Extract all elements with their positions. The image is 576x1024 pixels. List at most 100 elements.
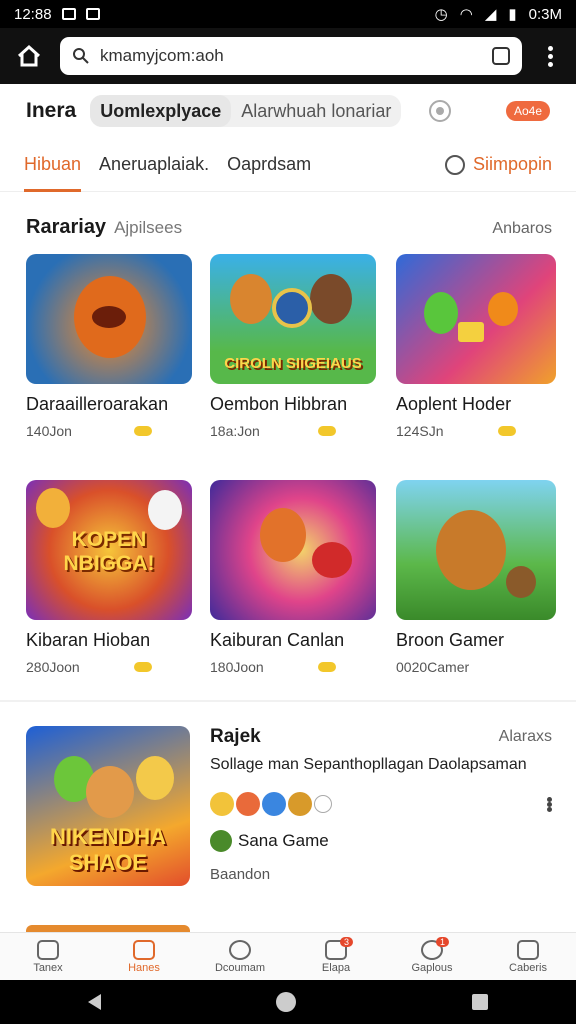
see-all-link[interactable]: Anbaros (492, 220, 552, 238)
avatar (262, 792, 286, 816)
game-card[interactable]: Kaiburan Canlan 180Joon (210, 480, 376, 675)
game-card[interactable]: Daraailleroarakan 140Jon (26, 254, 192, 439)
coin-icon (134, 426, 152, 436)
user-icon (229, 939, 251, 960)
featured-description: Sollage man Sepanthopllagan Daolapsaman (210, 756, 527, 773)
game-meta: 0020Camer (396, 659, 470, 675)
coin-icon (318, 662, 336, 672)
avatar (210, 792, 234, 816)
search-icon (73, 48, 89, 64)
game-title: Oembon Hibbran (210, 394, 348, 414)
studio-row: Sana Game (210, 830, 552, 852)
nav-profile[interactable]: Caberis (480, 933, 576, 980)
game-thumbnail (396, 254, 556, 384)
featured-art-title: NIKENDHA SHAOE (49, 824, 167, 875)
featured-thumbnail: NIKENDHA SHAOE (26, 726, 190, 886)
game-title: Kibaran Hioban (26, 630, 151, 650)
profile-icon (517, 939, 539, 960)
games-icon (133, 939, 155, 960)
battery-icon: ▮ (508, 6, 517, 23)
nav-label: Dcoumam (214, 961, 266, 974)
signal-icon: ◢ (484, 6, 497, 23)
tab-marketplace[interactable]: Aneruaplaiak. (99, 146, 209, 192)
bottom-navigation: Tanex Hanes Dcoumam 3 Elapa 1 Gaplous Cabe… (0, 932, 576, 980)
url-text: kmamyjcom:aoh (100, 46, 224, 65)
back-icon[interactable] (87, 994, 101, 1010)
game-meta: 180Joon (210, 659, 264, 675)
tab-apps[interactable]: Oaprdsam (227, 146, 311, 192)
section-header: Rarariay Ajpilsees Anbaros (26, 216, 552, 239)
game-card[interactable]: Broon Gamer 0020Camer (396, 480, 556, 675)
home-icon (17, 44, 41, 67)
signin-button[interactable]: Siimpopin (444, 146, 552, 175)
game-art-title: KOPEN NBIGGA! (63, 528, 155, 575)
studio-icon (210, 830, 232, 852)
app-brand: Inera (26, 99, 77, 122)
avatar (236, 792, 260, 816)
category-tabs: Hibuan Aneruaplaiak. Oaprdsam Siimpopin (0, 146, 576, 192)
player-avatars (210, 792, 552, 816)
home-button[interactable] (12, 39, 46, 73)
game-title: Daraailleroarakan (26, 394, 169, 414)
nav-label: Elapa (321, 961, 351, 974)
browser-menu-button[interactable] (536, 45, 564, 67)
nav-label: Hanes (128, 961, 160, 974)
nav-messages[interactable]: 3 Elapa (288, 933, 384, 980)
nav-label: Tanex (33, 961, 63, 974)
coin-icon (318, 426, 336, 436)
nav-label: Gaplous (411, 961, 453, 974)
featured-more-link[interactable]: Alaraxs (499, 728, 552, 746)
notification-icon (85, 8, 100, 20)
featured-owner: Baandon (210, 866, 271, 883)
nav-groups[interactable]: 1 Gaplous (384, 933, 480, 980)
alarm-icon: ◷ (434, 6, 448, 23)
game-meta: 18a:Jon (210, 423, 260, 439)
game-card[interactable]: CIROLN SIIGEIAUS Oembon Hibbran 18a:Jon (210, 254, 376, 439)
notification-icon (61, 8, 76, 20)
tabs-icon[interactable] (492, 47, 510, 65)
signin-label: Siimpopin (472, 154, 552, 174)
avatar (288, 792, 312, 816)
game-title: Aoplent Hoder (396, 394, 512, 414)
coin-icon (498, 426, 516, 436)
section-subtitle: Ajpilsees (114, 218, 183, 237)
segment-other[interactable]: Alarwhuah lonariar (231, 95, 401, 127)
game-meta: 124SJn (396, 423, 444, 439)
promo-badge[interactable]: Ao4e (505, 101, 550, 121)
game-card[interactable]: KOPEN NBIGGA! Kibaran Hioban 280Joon (26, 480, 192, 675)
game-title: Broon Gamer (396, 630, 505, 650)
game-thumbnail (26, 254, 192, 384)
nav-account[interactable]: Dcoumam (192, 933, 288, 980)
tab-hibuan[interactable]: Hibuan (24, 146, 82, 192)
game-thumbnail (396, 480, 556, 620)
section-title: Rarariay (26, 216, 107, 238)
recents-icon[interactable] (472, 994, 489, 1010)
featured-game[interactable]: NIKENDHA SHAOE Rajek Alaraxs Sollage man… (26, 726, 552, 886)
home-icon[interactable] (276, 992, 297, 1012)
browser-toolbar: kmamyjcom:aoh (0, 28, 576, 84)
app-header: Inera Uomlexplyace Alarwhuah lonariar Ao… (0, 88, 576, 134)
game-card[interactable]: Aoplent Hoder 124SJn (396, 254, 556, 439)
nav-home[interactable]: Tanex (0, 933, 96, 980)
nav-label: Caberis (509, 961, 547, 974)
more-options-icon[interactable] (547, 796, 552, 812)
home-icon (37, 939, 59, 960)
studio-name: Sana Game (238, 831, 329, 850)
segment-marketplace[interactable]: Uomlexplyace (90, 95, 232, 127)
section-divider (0, 700, 576, 702)
user-icon (444, 154, 465, 175)
game-thumbnail: CIROLN SIIGEIAUS (210, 254, 376, 384)
wifi-icon: ◠ (459, 6, 473, 23)
game-meta: 280Joon (26, 659, 80, 675)
url-bar[interactable]: kmamyjcom:aoh (60, 37, 522, 75)
status-bar: 12:88 ◷ ◠ ◢ ▮ 0:3M (0, 0, 576, 28)
coin-icon (134, 662, 152, 672)
avatar (314, 795, 332, 813)
nav-games[interactable]: Hanes (96, 933, 192, 980)
game-art-title: CIROLN SIIGEIAUS (224, 355, 362, 372)
system-navigation (0, 980, 576, 1024)
game-title: Kaiburan Canlan (210, 630, 345, 650)
nav-badge: 1 (436, 937, 450, 947)
game-meta: 140Jon (26, 423, 72, 439)
location-icon[interactable] (429, 100, 452, 122)
